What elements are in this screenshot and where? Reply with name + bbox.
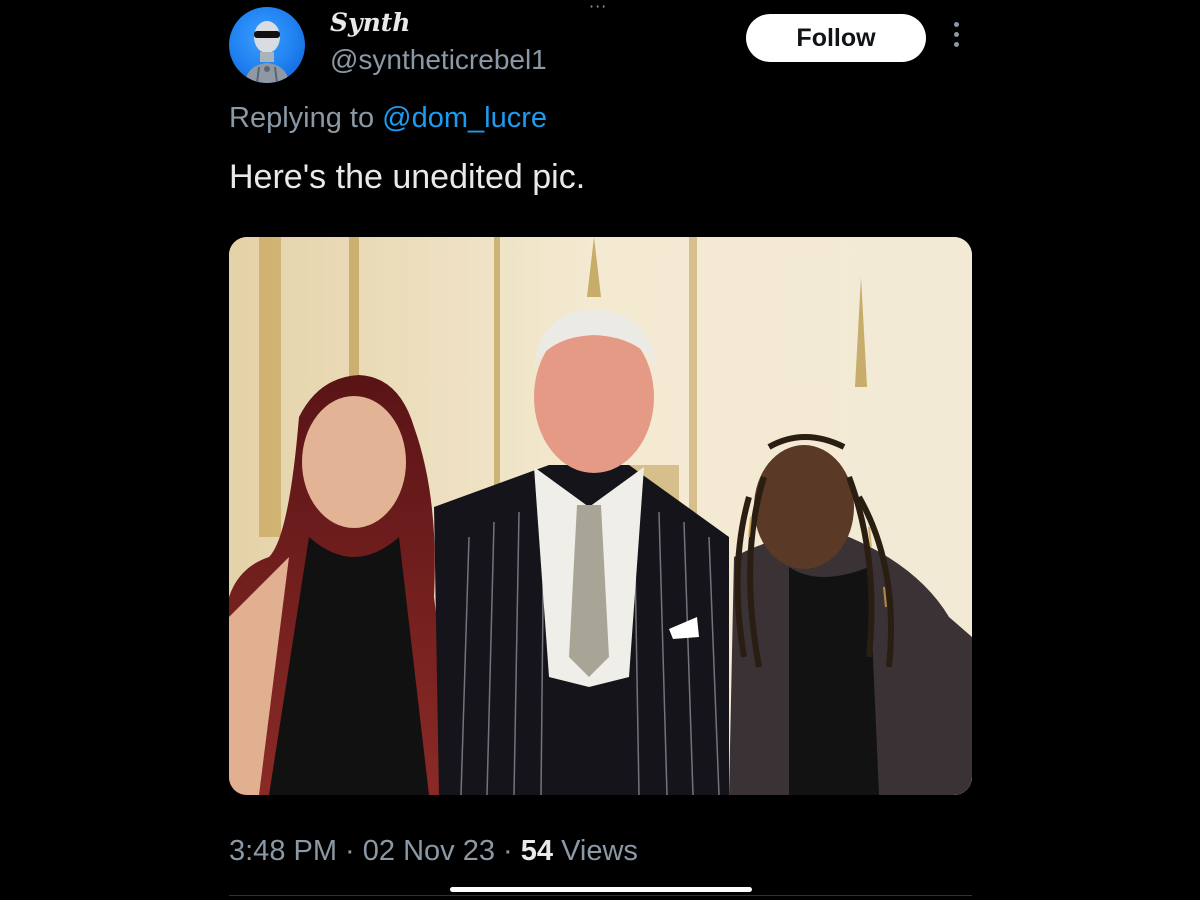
author-display-name[interactable]: Synth [330,8,410,37]
tweet-text: Here's the unedited pic. [229,158,586,196]
replying-to-label: Replying to [229,102,383,134]
tweet-time: 3:48 PM [229,835,337,867]
more-options-icon[interactable] [950,22,962,54]
meta-separator: · [494,835,521,867]
replying-to-line: Replying to @dom_lucre [229,102,547,135]
reply-mention-link[interactable]: @dom_lucre [382,102,547,134]
photo-of-three-people [229,237,972,795]
tweet-meta: 3:48 PM · 02 Nov 23 · 54 Views [229,835,638,868]
top-overflow-indicator: ··· [589,0,608,16]
home-indicator[interactable] [450,887,752,892]
robot-avatar-icon [245,21,289,83]
views-count[interactable]: 54 [521,835,553,867]
divider [229,895,972,896]
author-avatar[interactable] [229,7,305,83]
meta-separator: · [337,835,363,867]
follow-button[interactable]: Follow [746,14,926,62]
tweet-photo[interactable] [229,237,972,795]
author-handle[interactable]: @syntheticrebel1 [330,44,547,76]
tweet-date: 02 Nov 23 [362,835,495,867]
views-label: Views [553,835,638,867]
